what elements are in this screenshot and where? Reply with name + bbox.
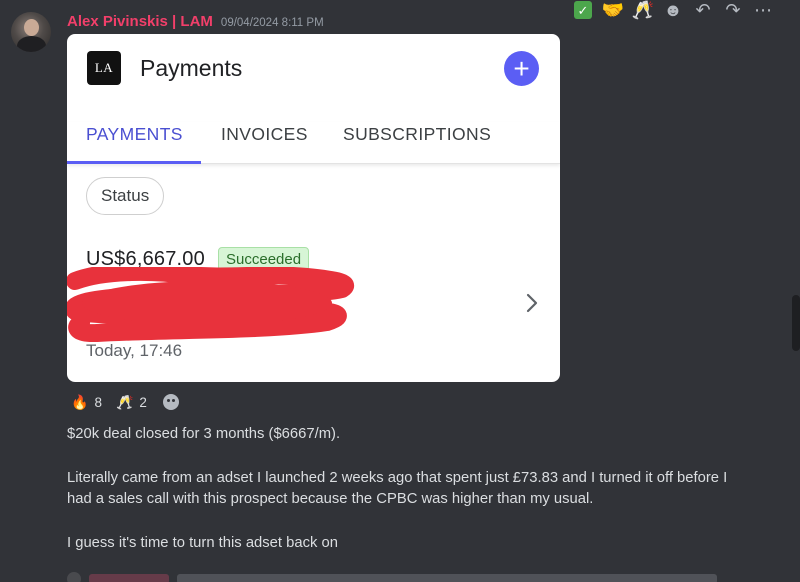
- message-header: Alex Pivinskis | LAM 09/04/2024 8:11 PM: [67, 13, 324, 30]
- reply-icon: ↶: [695, 0, 711, 20]
- message-line: $20k deal closed for 3 months ($6667/m).: [67, 426, 341, 442]
- active-tab-indicator: [67, 161, 201, 164]
- tab-bar: PAYMENTS INVOICES SUBSCRIPTIONS: [67, 122, 560, 164]
- handshake-emoji-button[interactable]: 🤝: [598, 0, 628, 20]
- tab-payments: PAYMENTS: [86, 124, 183, 144]
- message-content: $20k deal closed for 3 months ($6667/m).…: [67, 424, 747, 554]
- reaction-count: 8: [94, 394, 102, 410]
- avatar[interactable]: [11, 12, 51, 52]
- payment-time: Today, 17:46: [86, 341, 183, 360]
- redaction-scribble: [67, 267, 354, 342]
- avatar-body: [17, 36, 46, 52]
- author-name-placeholder: [89, 574, 169, 582]
- payment-screenshot-card[interactable]: LA Payments + PAYMENTS INVOICES SUBSCRIP…: [67, 34, 560, 382]
- reaction-count: 2: [139, 394, 147, 410]
- reply-button[interactable]: ↶: [688, 0, 718, 20]
- add-reaction-icon[interactable]: [162, 394, 179, 410]
- tab-invoices: INVOICES: [221, 124, 308, 144]
- check-icon: ✓: [574, 1, 592, 19]
- cheers-emoji-button[interactable]: 🥂: [628, 0, 658, 20]
- handshake-icon: 🤝: [601, 0, 625, 20]
- add-reaction-button[interactable]: ☻: [658, 0, 688, 20]
- add-reaction-icon: ☻: [663, 0, 683, 20]
- page-title: Payments: [140, 55, 243, 81]
- forward-button[interactable]: ↷: [718, 0, 748, 20]
- fire-icon: 🔥: [71, 393, 89, 410]
- scrollbar-thumb[interactable]: [792, 295, 800, 351]
- tab-subscriptions: SUBSCRIPTIONS: [343, 124, 492, 144]
- message-line: Literally came from an adset I launched …: [67, 470, 728, 507]
- reaction-cheers[interactable]: 🥂 2: [112, 391, 151, 413]
- avatar: [67, 572, 81, 582]
- message-preview-placeholder: [177, 574, 717, 582]
- message-toolbar: ✓ 🤝 🥂 ☻ ↶ ↷ ⋯: [568, 0, 778, 20]
- avatar-head: [24, 19, 39, 36]
- next-message-preview: [67, 572, 727, 582]
- add-payment-button: +: [504, 51, 539, 86]
- author-name[interactable]: Alex Pivinskis | LAM: [67, 13, 213, 30]
- app-logo: LA: [87, 51, 121, 85]
- cheers-icon: 🥂: [115, 393, 134, 410]
- reaction-bar: 🔥 8 🥂 2: [67, 391, 179, 413]
- more-icon: ⋯: [754, 0, 772, 20]
- more-options-button[interactable]: ⋯: [748, 0, 778, 20]
- forward-icon: ↷: [725, 0, 741, 20]
- message-line: I guess it's time to turn this adset bac…: [67, 535, 338, 551]
- reaction-fire[interactable]: 🔥 8: [67, 391, 106, 413]
- message-timestamp: 09/04/2024 8:11 PM: [220, 17, 324, 29]
- cheers-icon: 🥂: [631, 0, 655, 20]
- check-emoji-button[interactable]: ✓: [568, 0, 598, 20]
- chevron-right-icon: [526, 293, 538, 313]
- status-filter-chip: Status: [86, 177, 165, 215]
